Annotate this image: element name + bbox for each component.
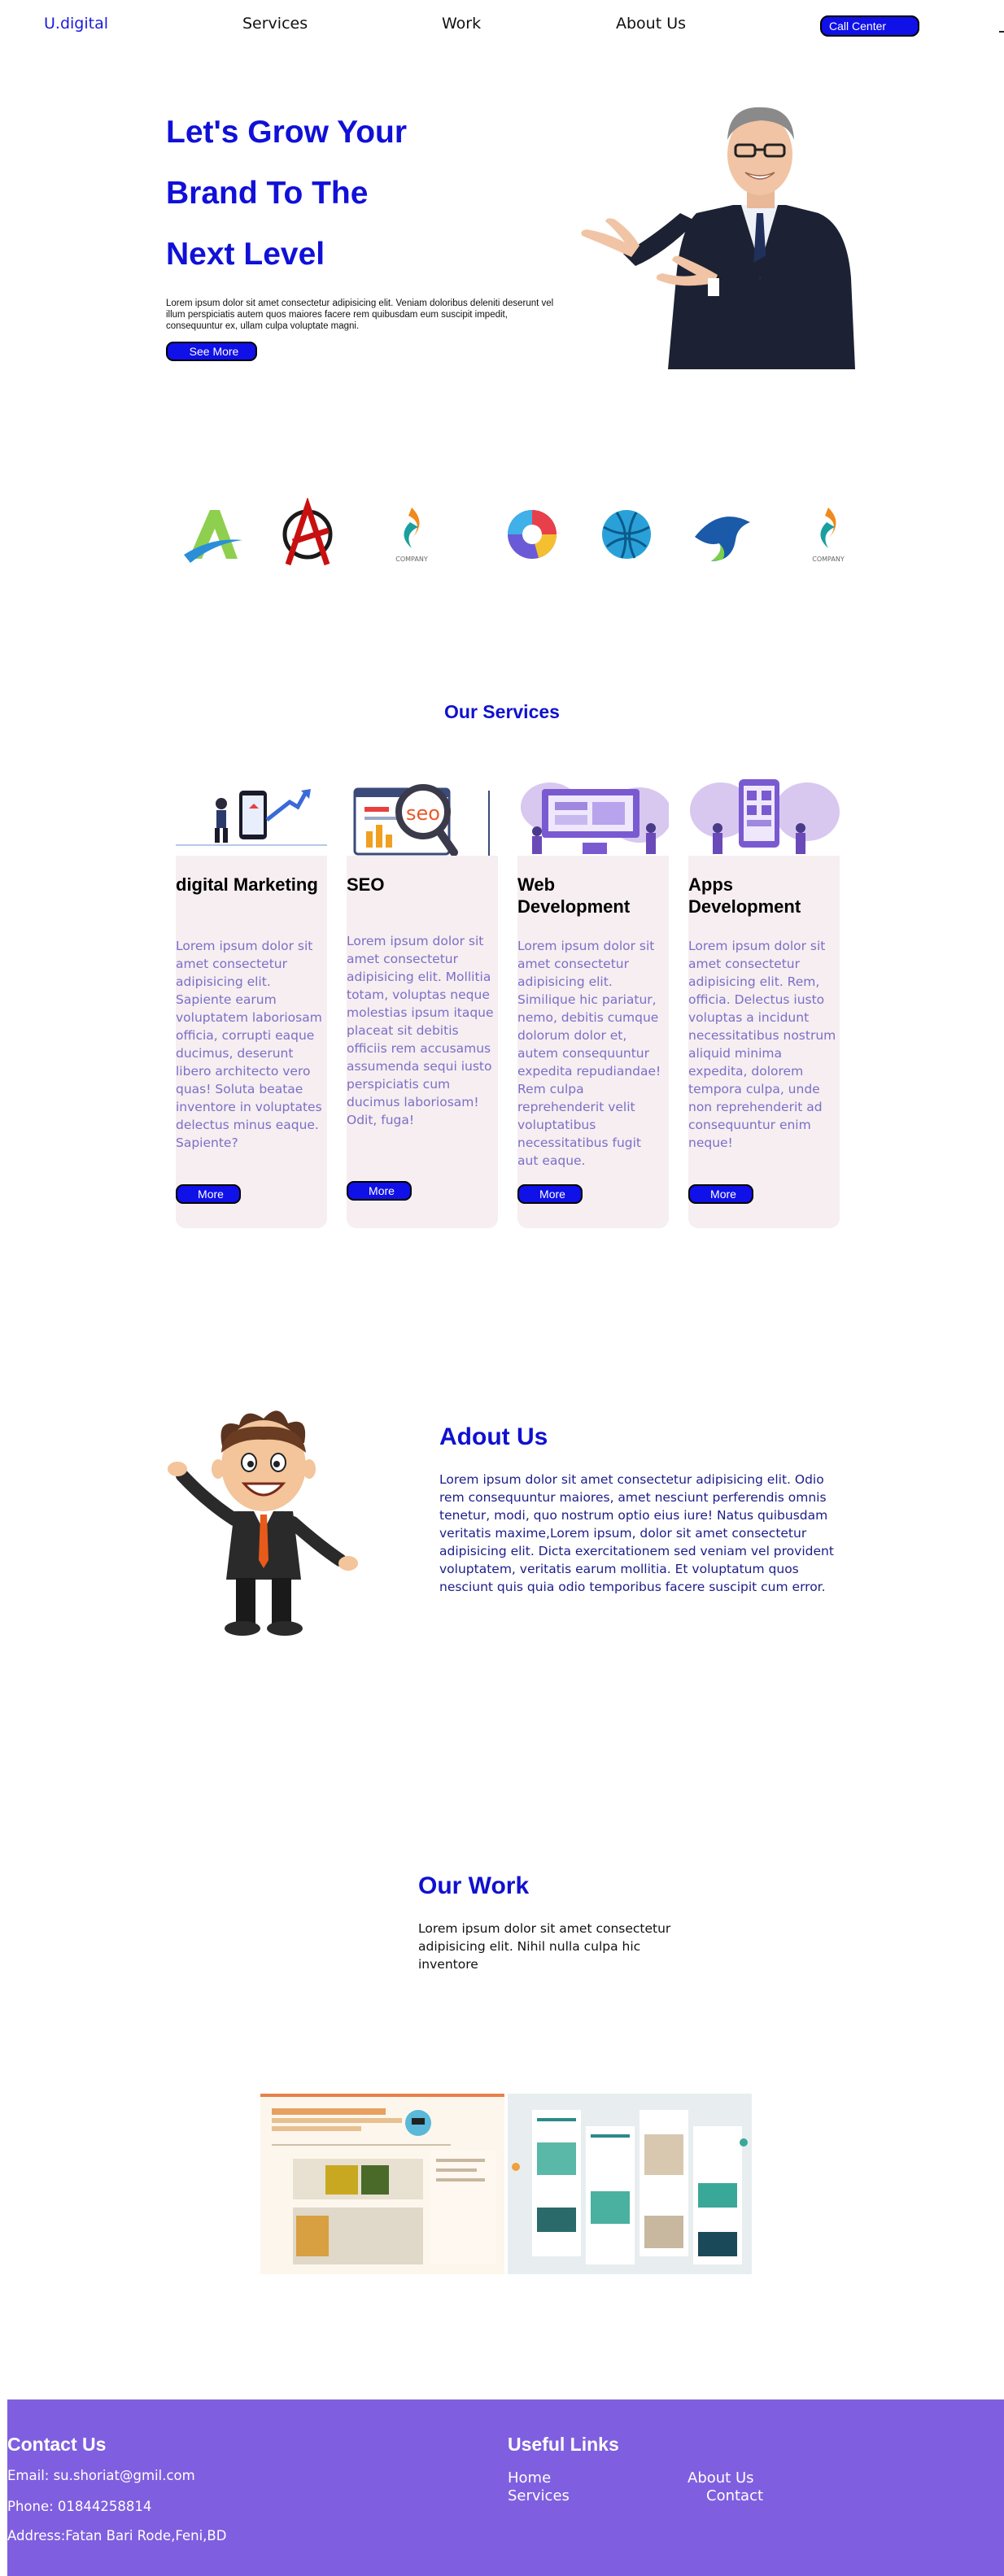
contact-address: Address:Fatan Bari Rode,Feni,BD xyxy=(7,2528,227,2543)
see-more-button[interactable]: See More xyxy=(166,342,257,361)
nav-link-about-us[interactable]: About Us xyxy=(616,15,686,33)
company-flame-logo-icon: COMPANY xyxy=(395,508,428,563)
card-text: Lorem ipsum dolor sit amet consectetur a… xyxy=(176,939,322,1150)
blue-ball-logo-icon xyxy=(602,510,651,559)
letter-a-logo-icon xyxy=(184,510,242,563)
useful-links-heading: Useful Links xyxy=(508,2434,619,2455)
more-button[interactable]: More xyxy=(347,1181,412,1201)
work-section-title: Our Work xyxy=(418,1872,530,1899)
footer-link-services[interactable]: Services xyxy=(508,2487,570,2504)
hero-title-line: Next Level xyxy=(166,237,325,272)
hero-title: Let's Grow Your Brand To The Next Level xyxy=(166,102,508,285)
seo-badge-text: seo xyxy=(406,802,440,825)
seo-illustration: seo xyxy=(347,774,498,856)
top-navbar: U.digital Services Work About Us Call Ce… xyxy=(0,0,1004,49)
service-card-digital-marketing: digital Marketing Lorem ipsum dolor sit … xyxy=(176,774,327,1228)
contact-phone: Phone: 01844258814 xyxy=(7,2499,152,2514)
more-button[interactable]: More xyxy=(517,1184,583,1204)
card-title: Apps Development xyxy=(688,874,801,917)
contact-email: Email: su.shoriat@gmil.com xyxy=(7,2468,195,2483)
hero-title-line: Let's Grow Your xyxy=(166,115,408,150)
work-screenshot-1[interactable] xyxy=(260,2094,504,2274)
service-card-web-development: Web Development Lorem ipsum dolor sit am… xyxy=(517,774,669,1228)
footer-link-contact[interactable]: Contact xyxy=(706,2487,763,2504)
nav-link-services[interactable]: Services xyxy=(242,15,308,33)
company-label: COMPANY xyxy=(395,556,428,563)
service-card-seo: seo SEO Lorem ipsum dolor sit amet conse… xyxy=(347,774,498,1228)
apps-development-illustration xyxy=(688,774,840,856)
more-button[interactable]: More xyxy=(176,1184,241,1204)
about-description: Lorem ipsum dolor sit amet consectetur a… xyxy=(439,1472,834,1594)
company-label: COMPANY xyxy=(812,556,845,563)
more-button[interactable]: More xyxy=(688,1184,753,1204)
nav-divider xyxy=(999,31,1004,33)
site-logo[interactable]: U.digital xyxy=(44,15,108,33)
card-text: Lorem ipsum dolor sit amet consectetur a… xyxy=(517,939,661,1168)
anarchy-a-logo-icon xyxy=(282,498,333,566)
card-title: SEO xyxy=(347,874,385,895)
hero-description: Lorem ipsum dolor sit amet consectetur a… xyxy=(166,299,554,331)
card-title: Web Development xyxy=(517,874,631,917)
call-center-button[interactable]: Call Center xyxy=(820,15,919,37)
footer-link-about-us[interactable]: About Us xyxy=(688,2469,754,2487)
card-text: Lorem ipsum dolor sit amet consectetur a… xyxy=(688,939,836,1150)
about-section-title: Adout Us xyxy=(439,1423,548,1450)
web-development-illustration xyxy=(517,774,669,856)
card-text: Lorem ipsum dolor sit amet consectetur a… xyxy=(347,934,494,1127)
colorful-sphere-logo-icon xyxy=(508,510,557,559)
services-section-title: Our Services xyxy=(444,701,560,722)
digital-marketing-illustration xyxy=(176,774,327,856)
blue-bird-logo-icon xyxy=(695,517,750,561)
work-description: Lorem ipsum dolor sit amet consectetur a… xyxy=(418,1921,671,1972)
service-card-apps-development: Apps Development Lorem ipsum dolor sit a… xyxy=(688,774,840,1228)
cartoon-man-illustration xyxy=(168,1410,358,1636)
contact-us-heading: Contact Us xyxy=(7,2434,107,2455)
company-flame-logo-icon: COMPANY xyxy=(812,508,845,563)
hero-title-line: Brand To The xyxy=(166,176,369,211)
nav-link-work[interactable]: Work xyxy=(442,15,481,33)
partner-logos: COMPANY COMPANY xyxy=(179,498,862,571)
footer: Contact Us Email: su.shoriat@gmil.com Ph… xyxy=(7,2399,1004,2576)
work-screenshot-2[interactable] xyxy=(508,2094,752,2274)
footer-link-home[interactable]: Home xyxy=(508,2469,551,2487)
businessman-image xyxy=(581,107,855,369)
card-title: digital Marketing xyxy=(176,874,318,895)
